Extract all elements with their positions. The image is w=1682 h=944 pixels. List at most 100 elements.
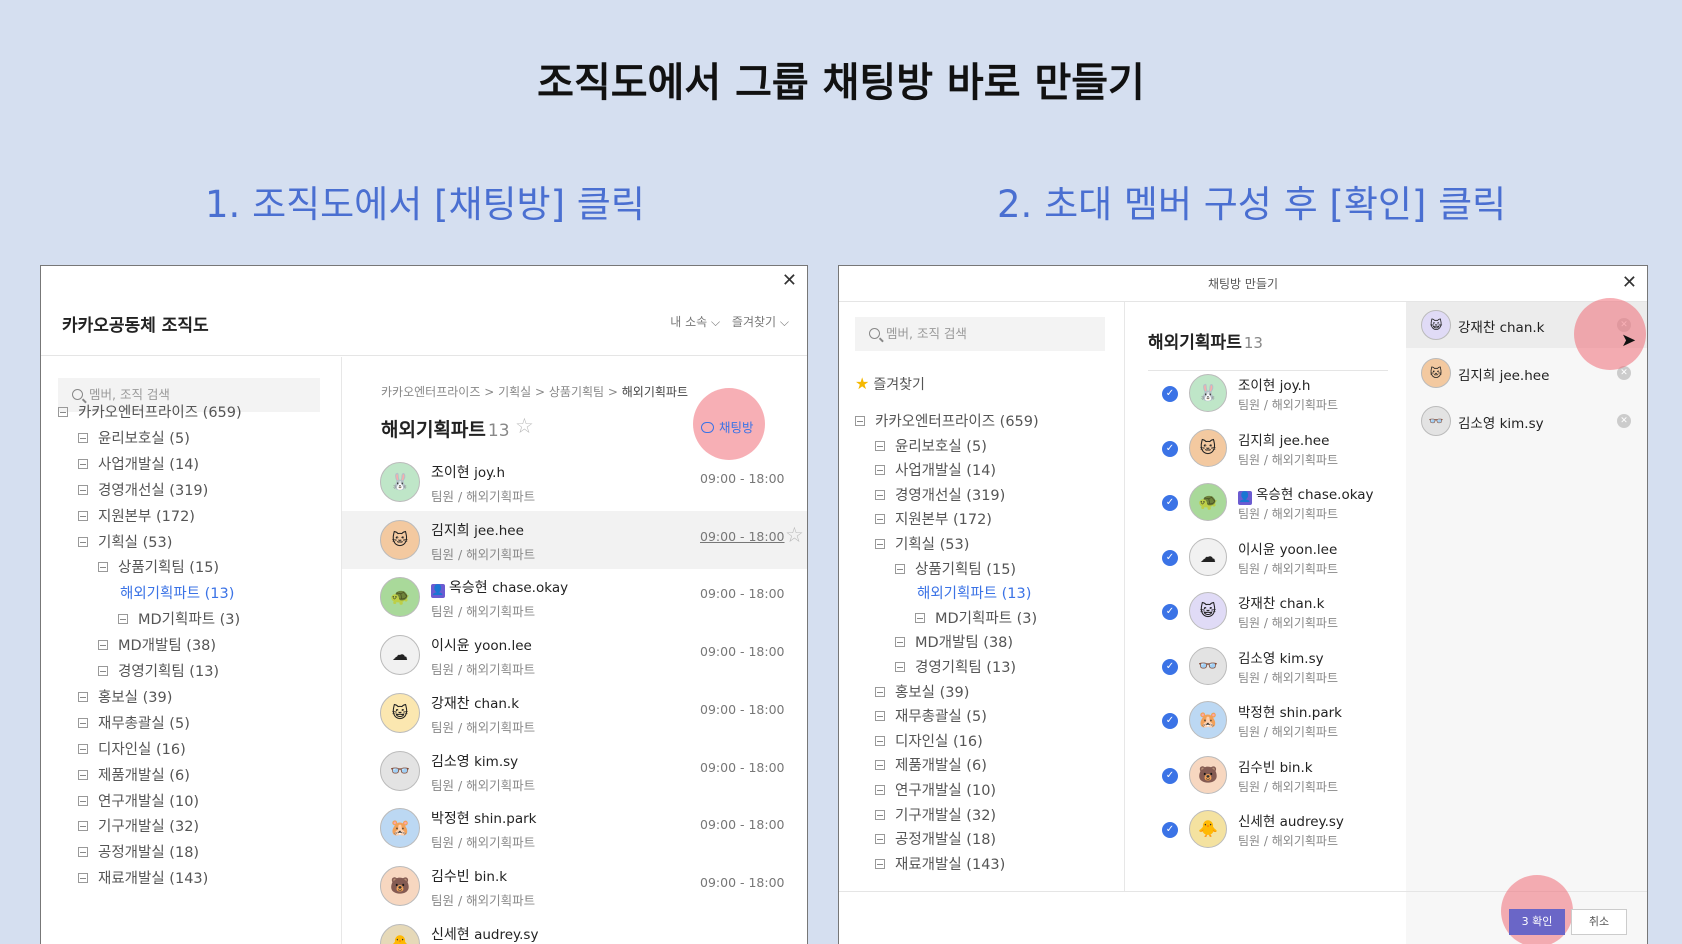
member-check-row[interactable]: ✓ 😺 강재찬 chan.k 팀원 / 해외기획파트: [1125, 584, 1405, 642]
tree-node[interactable]: 재무총괄실 (5): [78, 712, 190, 733]
close-icon[interactable]: ✕: [1622, 272, 1637, 293]
member-check-row[interactable]: ✓ 🐥 신세현 audrey.sy 팀원 / 해외기획파트: [1125, 802, 1405, 860]
checked-icon[interactable]: ✓: [1162, 386, 1178, 402]
collapse-icon[interactable]: [118, 614, 128, 625]
tree-node[interactable]: 해외기획파트 (13): [915, 582, 1031, 603]
tree-node[interactable]: MD기획파트 (3): [118, 608, 240, 629]
collapse-icon[interactable]: [78, 821, 88, 832]
tree-node[interactable]: 지원본부 (172): [78, 505, 195, 526]
tree-node[interactable]: 해외기획파트 (13): [118, 582, 234, 603]
tree-node[interactable]: 상품기획팀 (15): [895, 558, 1016, 579]
collapse-icon[interactable]: [78, 743, 88, 754]
favorites-item[interactable]: ★ 즐겨찾기: [855, 374, 925, 394]
collapse-icon[interactable]: [78, 484, 88, 495]
collapse-icon[interactable]: [875, 465, 885, 476]
tree-node[interactable]: 기획실 (53): [78, 531, 172, 552]
cancel-button[interactable]: 취소: [1571, 909, 1627, 935]
tree-node[interactable]: 경영기획팀 (13): [98, 660, 219, 681]
collapse-icon[interactable]: [78, 432, 88, 443]
member-check-row[interactable]: ✓ ☁ 이시윤 yoon.lee 팀원 / 해외기획파트: [1125, 530, 1405, 588]
tree-node[interactable]: 지원본부 (172): [875, 508, 992, 529]
collapse-icon[interactable]: [98, 562, 108, 573]
collapse-icon[interactable]: [78, 795, 88, 806]
tree-node[interactable]: 경영개선실 (319): [875, 484, 1005, 505]
tree-node[interactable]: 기구개발실 (32): [875, 804, 996, 825]
tree-node[interactable]: 디자인실 (16): [875, 730, 983, 751]
member-check-row[interactable]: ✓ 🐢 👤 옥승현 chase.okay 팀원 / 해외기획파트: [1125, 475, 1405, 533]
tree-node[interactable]: 카카오엔터프라이즈 (659): [58, 401, 242, 422]
tree-node[interactable]: 재무총괄실 (5): [875, 705, 987, 726]
tree-node[interactable]: 상품기획팀 (15): [98, 556, 219, 577]
collapse-icon[interactable]: [78, 717, 88, 728]
tree-node[interactable]: 홍보실 (39): [78, 686, 172, 707]
collapse-icon[interactable]: [875, 858, 885, 869]
collapse-icon[interactable]: [58, 407, 68, 417]
tree-node[interactable]: 연구개발실 (10): [875, 779, 996, 800]
breadcrumb-item[interactable]: 기획실: [498, 385, 531, 399]
tree-node[interactable]: MD기획파트 (3): [915, 607, 1037, 628]
my-dept-dropdown[interactable]: 내 소속 ⌵: [670, 315, 720, 329]
checked-icon[interactable]: ✓: [1162, 495, 1178, 511]
collapse-icon[interactable]: [875, 785, 885, 795]
tree-node[interactable]: 홍보실 (39): [875, 681, 969, 702]
tree-node[interactable]: 제품개발실 (6): [78, 764, 190, 785]
member-check-row[interactable]: ✓ 🐹 박정현 shin.park 팀원 / 해외기획파트: [1125, 693, 1405, 751]
favorite-star-icon[interactable]: ☆: [515, 414, 534, 438]
collapse-icon[interactable]: [875, 514, 885, 525]
tree-node[interactable]: 경영개선실 (319): [78, 479, 208, 500]
tree-node[interactable]: 재료개발실 (143): [875, 853, 1005, 874]
chat-room-button[interactable]: 채팅방: [701, 417, 754, 436]
tree-node[interactable]: 기획실 (53): [875, 533, 969, 554]
checked-icon[interactable]: ✓: [1162, 440, 1178, 457]
breadcrumb-item[interactable]: 상품기획팀: [549, 385, 604, 399]
checked-icon[interactable]: ✓: [1162, 658, 1178, 675]
collapse-icon[interactable]: [875, 539, 885, 549]
tree-node[interactable]: MD개발팀 (38): [895, 631, 1013, 652]
tree-node[interactable]: 사업개발실 (14): [78, 453, 199, 474]
member-check-row[interactable]: ✓ 🐱 김지희 jee.hee 팀원 / 해외기획파트: [1125, 421, 1405, 479]
collapse-icon[interactable]: [78, 873, 88, 884]
member-row[interactable]: 😺 강재찬 chan.k 팀원 / 해외기획파트 09:00 - 18:00: [342, 684, 807, 742]
member-row[interactable]: 🐰 조이현 joy.h 팀원 / 해외기획파트 09:00 - 18:00: [342, 453, 807, 511]
tree-node[interactable]: 윤리보호실 (5): [875, 435, 987, 456]
collapse-icon[interactable]: [875, 711, 885, 722]
checked-icon[interactable]: ✓: [1162, 604, 1178, 620]
checked-icon[interactable]: ✓: [1162, 549, 1178, 566]
collapse-icon[interactable]: [78, 536, 88, 547]
tree-node[interactable]: 경영기획팀 (13): [895, 656, 1016, 677]
collapse-icon[interactable]: [78, 691, 88, 702]
collapse-icon[interactable]: [98, 666, 108, 676]
collapse-icon[interactable]: [78, 847, 88, 858]
collapse-icon[interactable]: [855, 416, 865, 426]
collapse-icon[interactable]: [98, 640, 108, 651]
member-check-row[interactable]: ✓ 👓 김소영 kim.sy 팀원 / 해외기획파트: [1125, 639, 1405, 697]
tree-node[interactable]: 제품개발실 (6): [875, 754, 987, 775]
collapse-icon[interactable]: [875, 760, 885, 771]
tree-node[interactable]: 재료개발실 (143): [78, 867, 208, 888]
collapse-icon[interactable]: [78, 510, 88, 521]
search-input[interactable]: 멤버, 조직 검색: [855, 317, 1105, 351]
member-row[interactable]: 🐱 김지희 jee.hee 팀원 / 해외기획파트 09:00 - 18:00 ☆: [342, 510, 807, 569]
member-row[interactable]: 🐢 👤 옥승현 chase.okay 팀원 / 해외기획파트 09:00 - 18:00: [342, 568, 807, 626]
member-row[interactable]: 🐹 박정현 shin.park 팀원 / 해외기획파트 09:00 - 18:00: [342, 799, 807, 857]
tree-node[interactable]: 디자인실 (16): [78, 738, 186, 759]
member-row[interactable]: ☁ 이시윤 yoon.lee 팀원 / 해외기획파트 09:00 - 18:00: [342, 626, 807, 684]
collapse-icon[interactable]: [78, 769, 88, 780]
favorite-star-icon[interactable]: ☆: [785, 523, 804, 547]
tree-node[interactable]: 카카오엔터프라이즈 (659): [855, 410, 1039, 431]
collapse-icon[interactable]: [875, 735, 885, 746]
tree-node[interactable]: MD개발팀 (38): [98, 634, 216, 655]
collapse-icon[interactable]: [875, 809, 885, 820]
collapse-icon[interactable]: [875, 489, 885, 500]
member-row[interactable]: 🐻 김수빈 bin.k 팀원 / 해외기획파트 09:00 - 18:00: [342, 857, 807, 915]
tree-node[interactable]: 공정개발실 (18): [875, 828, 996, 849]
remove-icon[interactable]: ✕: [1617, 414, 1631, 428]
member-check-row[interactable]: ✓ 🐻 김수빈 bin.k 팀원 / 해외기획파트: [1125, 748, 1405, 806]
collapse-icon[interactable]: [78, 458, 88, 469]
collapse-icon[interactable]: [875, 440, 885, 451]
checked-icon[interactable]: ✓: [1162, 767, 1178, 784]
favorites-dropdown[interactable]: 즐겨찾기 ⌵: [732, 315, 789, 329]
selected-member-row[interactable]: 👓 김소영 kim.sy ✕: [1406, 398, 1647, 444]
breadcrumb-item[interactable]: 해외기획파트: [622, 385, 688, 399]
breadcrumb-item[interactable]: 카카오엔터프라이즈: [381, 385, 480, 399]
